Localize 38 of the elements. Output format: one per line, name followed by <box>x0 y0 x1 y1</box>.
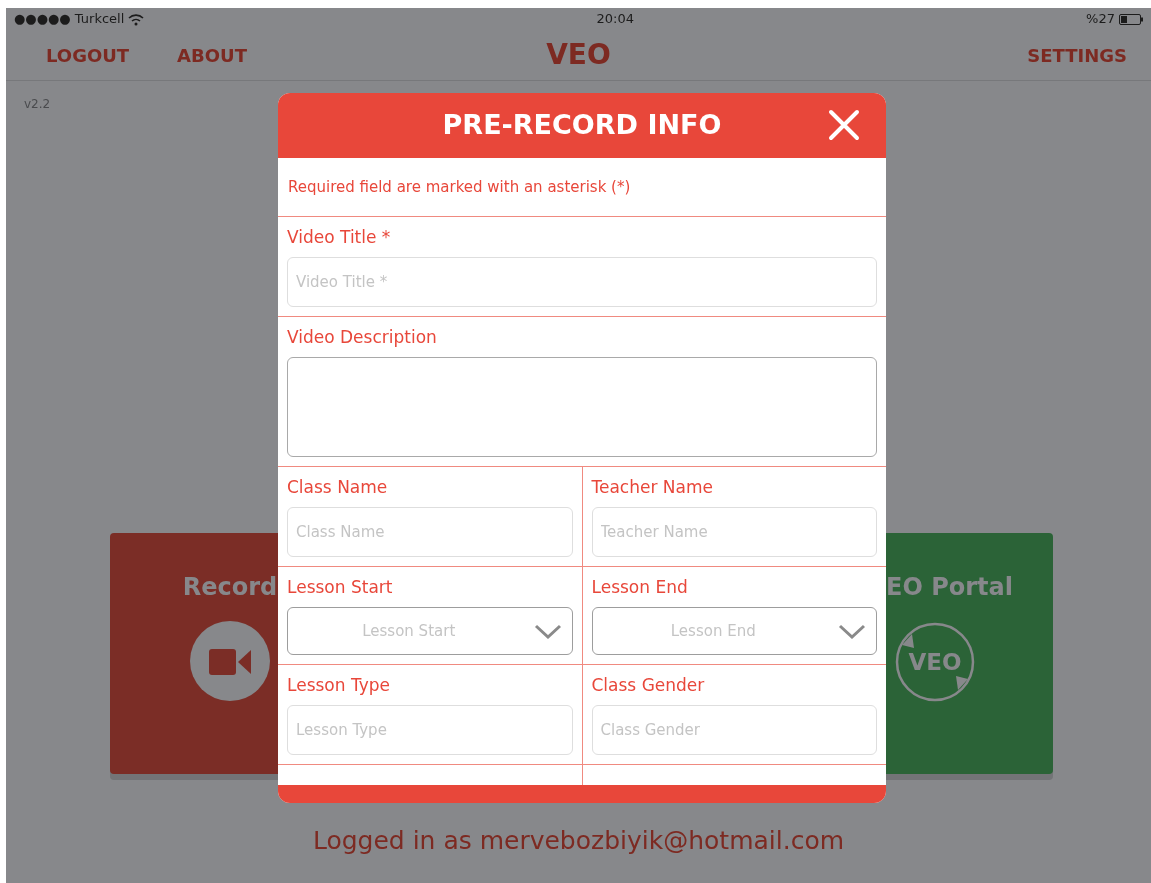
field-label: Class Gender <box>591 674 706 697</box>
input-field[interactable]: Lesson Type <box>287 705 573 755</box>
input-field[interactable]: Video Title * <box>287 257 877 307</box>
nav-link[interactable]: LOGOUT <box>46 41 130 69</box>
nav-link[interactable]: ABOUT <box>177 41 247 69</box>
field-label: Class Name <box>287 476 389 499</box>
select-field[interactable]: Lesson End <box>591 607 877 655</box>
placeholder-text: Lesson End <box>670 620 756 642</box>
select-field[interactable]: Lesson Start <box>287 607 573 655</box>
input-field[interactable]: Class Name <box>287 507 573 557</box>
version-text: v2.2 <box>24 96 52 113</box>
chevron-down-icon <box>838 624 866 639</box>
input-field[interactable]: Class Gender <box>591 705 877 755</box>
modal-title: PRE-RECORD INFO <box>442 108 722 143</box>
clock-text: 20:04 <box>596 10 634 29</box>
field-label: Video Title * <box>287 226 392 249</box>
logged-in-text: Logged in as mervebozbiyik@hotmail.com <box>311 825 846 857</box>
field-label: Teacher Name <box>591 476 714 499</box>
video-camera-icon <box>190 621 270 701</box>
field-label: Lesson End <box>591 576 689 599</box>
chevron-down-icon <box>533 624 562 639</box>
tile-title: Record <box>182 572 278 603</box>
close-icon <box>828 109 860 141</box>
battery-percent: %27 <box>1086 10 1115 29</box>
input-field[interactable]: Teacher Name <box>591 507 877 557</box>
wifi-icon <box>128 12 145 26</box>
app-title: VEO <box>546 37 611 73</box>
battery-icon <box>1119 13 1143 25</box>
carrier-text: ●●●●● Turkcell <box>14 10 125 29</box>
text-area[interactable] <box>287 357 877 457</box>
nav-link[interactable]: SETTINGS <box>1027 41 1127 69</box>
close-button[interactable] <box>828 109 860 141</box>
icon-label: VEO <box>908 647 962 677</box>
circular-arrows-icon <box>894 621 976 703</box>
tile-title: EO Portal <box>886 572 1013 603</box>
placeholder-text: Lesson Start <box>362 620 456 642</box>
field-label: Video Description <box>287 326 438 349</box>
required-note: Required field are marked with an asterisk (*) <box>278 158 886 217</box>
